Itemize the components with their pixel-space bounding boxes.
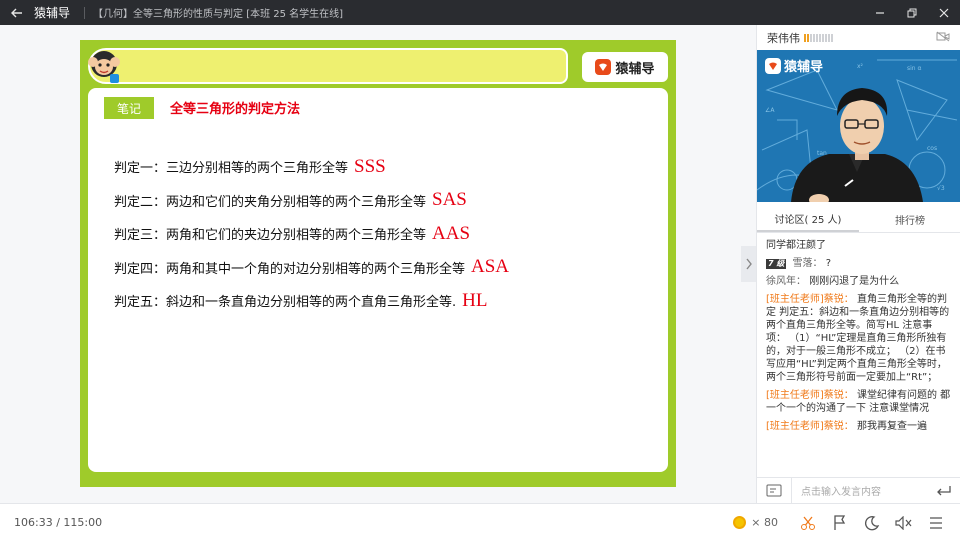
- app-name: 猿辅导: [34, 6, 71, 20]
- svg-text:√3: √3: [937, 185, 945, 192]
- title-bar: 猿辅导 【几何】全等三角形的性质与判定 [本班 25 名学生在线]: [0, 0, 960, 25]
- coin-counter: × 80: [733, 516, 778, 529]
- panel-tabs: 讨论区( 25 人) 排行榜: [757, 207, 960, 233]
- slide-brand-text: 猿辅导: [615, 61, 655, 77]
- chat-message: [班主任老师]蔡锐： 那我再复查一遍: [766, 420, 952, 433]
- clip-button[interactable]: [792, 504, 824, 541]
- teacher-name: 荣伟伟: [767, 31, 800, 45]
- minimize-icon: [876, 11, 884, 14]
- teacher-header: 荣伟伟: [757, 25, 960, 50]
- svg-text:x²: x²: [857, 63, 864, 70]
- rule-row: 判定四：两角和其中一个角的对边分别相等的两个三角形全等 ASA: [114, 251, 509, 285]
- courseware-stage: 猿辅导 笔记 全等三角形的判定方法 判定一：三边分别相等的两个三角形全等 SSS…: [0, 25, 756, 503]
- flag-icon: [834, 514, 846, 530]
- slide-header-bar: [88, 48, 568, 84]
- minimize-button[interactable]: [864, 0, 896, 25]
- rule-text: 判定三：两角和它们的夹边分别相等的两个三角形全等: [114, 228, 427, 244]
- teacher-video: sin α x² ∠A cos √3 tan 猿辅导: [757, 50, 960, 202]
- coin-icon: [733, 516, 747, 529]
- rule-row: 判定三：两角和它们的夹边分别相等的两个三角形全等 AAS: [114, 217, 509, 251]
- rule-text: 判定一：三边分别相等的两个三角形全等: [114, 161, 349, 177]
- tab-discussion[interactable]: 讨论区( 25 人): [757, 207, 859, 232]
- message-sender: [班主任老师]蔡锐：: [766, 421, 854, 432]
- close-button[interactable]: [928, 0, 960, 25]
- message-text: 那我再复查一遍: [857, 421, 927, 432]
- window-controls: [864, 0, 960, 25]
- svg-text:∠A: ∠A: [765, 107, 775, 114]
- message-text: ?: [825, 258, 832, 269]
- chat-message: [班主任老师]蔡锐： 直角三角形全等的判定 判定五：斜边和一条直角边分别相等的两…: [766, 293, 952, 384]
- audio-level-icon: [804, 33, 833, 42]
- back-button[interactable]: [0, 0, 34, 25]
- level-badge: 7 级: [766, 259, 787, 269]
- close-icon: [939, 8, 949, 17]
- svg-text:cos: cos: [927, 145, 937, 152]
- logo-mark-icon: [765, 57, 781, 74]
- chat-message: 同学都汪颜了: [766, 239, 952, 252]
- rule-row: 判定一：三边分别相等的两个三角形全等 SSS: [114, 150, 509, 184]
- message-text: 同学都汪颜了: [766, 240, 826, 251]
- monkey-mascot-icon: [88, 51, 120, 83]
- rule-text: 判定四：两角和其中一个角的对边分别相等的两个三角形全等: [114, 261, 466, 277]
- moon-icon: [865, 515, 880, 530]
- rule-list: 判定一：三边分别相等的两个三角形全等 SSS 判定二：两边和它们的夹角分别相等的…: [114, 150, 509, 318]
- bottom-controls: × 80: [733, 504, 952, 541]
- tab-leaderboard[interactable]: 排行榜: [859, 207, 960, 232]
- camera-off-icon: [936, 31, 950, 41]
- svg-text:sin α: sin α: [907, 65, 922, 72]
- title-divider: [84, 6, 86, 19]
- video-brand-text: 猿辅导: [784, 60, 824, 75]
- chat-input[interactable]: 点击输入发言内容: [791, 477, 927, 504]
- rule-abbreviation: AAS: [432, 222, 471, 244]
- message-sender: [班主任老师]蔡锐：: [766, 390, 854, 401]
- rule-abbreviation: ASA: [471, 256, 510, 278]
- camera-off-button[interactable]: [936, 31, 950, 45]
- chat-card-icon: [766, 484, 782, 497]
- rule-abbreviation: HL: [462, 289, 488, 311]
- rule-row: 判定二：两边和它们的夹角分别相等的两个三角形全等 SAS: [114, 184, 509, 218]
- rule-row: 判定五：斜边和一条直角边分别相等的两个直角三角形全等. HL: [114, 284, 509, 318]
- lesson-title: 【几何】全等三角形的性质与判定 [本班 25 名学生在线]: [93, 9, 344, 20]
- chevron-right-icon: [745, 258, 752, 270]
- note-tag: 笔记: [104, 97, 154, 119]
- message-sender: [班主任老师]蔡锐：: [766, 294, 854, 305]
- arrow-left-icon: [11, 8, 22, 17]
- send-button[interactable]: [927, 478, 960, 504]
- note-title: 全等三角形的判定方法: [170, 102, 301, 117]
- video-brand-logo: 猿辅导: [765, 56, 823, 75]
- notes-card: 笔记 全等三角形的判定方法 判定一：三边分别相等的两个三角形全等 SSS 判定二…: [88, 88, 668, 472]
- menu-button[interactable]: [920, 504, 952, 541]
- message-sender: 雪落：: [792, 258, 823, 269]
- playback-bar: 106:33 / 115:00 × 80: [0, 503, 960, 540]
- chat-message: 徐风年： 刚刚闪退了是为什么: [766, 275, 952, 288]
- collapse-panel-handle[interactable]: [741, 246, 756, 282]
- message-text: 刚刚闪退了是为什么: [809, 276, 900, 287]
- chat-mode-button[interactable]: [757, 478, 791, 504]
- playback-timecode: 106:33 / 115:00: [14, 515, 103, 529]
- slide-brand-logo: 猿辅导: [582, 52, 668, 82]
- coin-count: × 80: [751, 516, 778, 529]
- night-mode-button[interactable]: [856, 504, 888, 541]
- enter-icon: [937, 485, 951, 495]
- rule-abbreviation: SSS: [354, 155, 386, 177]
- message-text: 直角三角形全等的判定 判定五：斜边和一条直角边分别相等的两个直角三角形全等。简写…: [766, 294, 950, 383]
- chat-message: 7 级 雪落： ?: [766, 257, 952, 270]
- flag-button[interactable]: [824, 504, 856, 541]
- scissors-icon: [801, 516, 815, 530]
- mute-button[interactable]: [888, 504, 920, 541]
- restore-button[interactable]: [896, 0, 928, 25]
- message-sender: 徐风年：: [766, 276, 806, 287]
- rule-text: 判定五：斜边和一条直角边分别相等的两个直角三角形全等.: [114, 295, 457, 311]
- chat-messages: 同学都汪颜了 7 级 雪落： ? 徐风年： 刚刚闪退了是为什么 [班主任老师]蔡…: [757, 239, 960, 473]
- chat-message: [班主任老师]蔡锐： 课堂纪律有问题的 都一个一个的沟通了一下 注意课堂情况: [766, 389, 952, 415]
- chat-input-bar: 点击输入发言内容: [757, 477, 960, 504]
- rule-abbreviation: SAS: [432, 189, 467, 211]
- logo-mark-icon: [595, 59, 612, 75]
- speaker-mute-icon: [895, 515, 912, 530]
- side-panel: 荣伟伟 sin α x² ∠A cos √3 tan 猿辅导 讨论区(25 人…: [756, 25, 960, 504]
- slide: 猿辅导 笔记 全等三角形的判定方法 判定一：三边分别相等的两个三角形全等 SSS…: [80, 40, 676, 487]
- menu-icon: [930, 516, 942, 529]
- rule-text: 判定二：两边和它们的夹角分别相等的两个三角形全等: [114, 194, 427, 210]
- restore-icon: [907, 8, 917, 17]
